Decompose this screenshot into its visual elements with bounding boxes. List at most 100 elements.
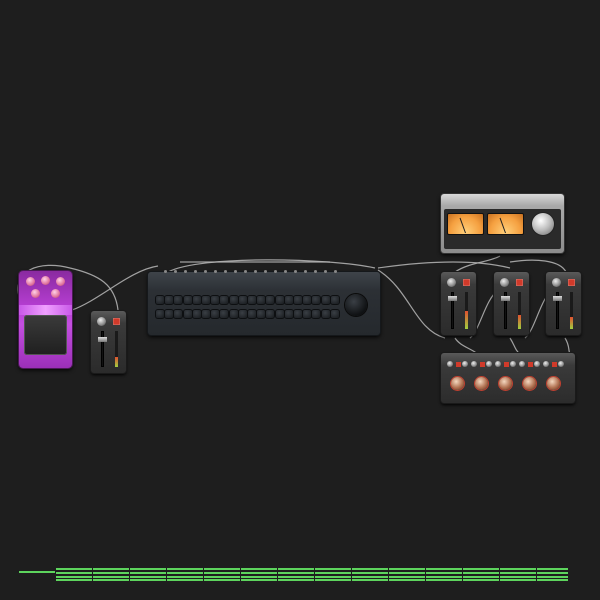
tempo-knob-icon[interactable] bbox=[345, 294, 367, 316]
step-pad[interactable] bbox=[275, 296, 284, 304]
channel-strip[interactable] bbox=[546, 272, 581, 335]
step-pad[interactable] bbox=[330, 310, 339, 318]
step-pad[interactable] bbox=[248, 296, 256, 304]
mute-button[interactable] bbox=[113, 318, 120, 325]
cable-port-icon[interactable] bbox=[294, 270, 297, 273]
pedal-footswitch[interactable] bbox=[24, 315, 67, 355]
eq-gain-knob-icon[interactable] bbox=[475, 377, 488, 390]
step-pad[interactable] bbox=[229, 310, 238, 318]
step-pad[interactable] bbox=[294, 296, 302, 304]
step-pad[interactable] bbox=[303, 296, 312, 304]
step-pad[interactable] bbox=[165, 296, 174, 304]
cable-port-icon[interactable] bbox=[244, 270, 247, 273]
step-pad[interactable] bbox=[257, 296, 266, 304]
step-pad[interactable] bbox=[321, 310, 330, 318]
cable-port-icon[interactable] bbox=[224, 270, 227, 273]
step-pad[interactable] bbox=[156, 310, 164, 318]
eq-q-knob-icon[interactable] bbox=[462, 361, 468, 367]
pedal-knob-icon[interactable] bbox=[31, 289, 40, 298]
pedal-knob-icon[interactable] bbox=[51, 289, 60, 298]
pedal-knob-icon[interactable] bbox=[26, 277, 35, 286]
step-pad[interactable] bbox=[248, 310, 256, 318]
step-pad[interactable] bbox=[312, 310, 321, 318]
step-pad[interactable] bbox=[174, 296, 183, 304]
timeline-clip[interactable] bbox=[55, 572, 568, 574]
step-pad[interactable] bbox=[220, 310, 229, 318]
eq-freq-knob-icon[interactable] bbox=[447, 361, 453, 367]
timeline-clips[interactable] bbox=[19, 567, 572, 581]
eq-freq-knob-icon[interactable] bbox=[495, 361, 501, 367]
step-pad[interactable] bbox=[284, 296, 293, 304]
timeline-clip[interactable] bbox=[55, 579, 568, 581]
step-pad[interactable] bbox=[192, 310, 201, 318]
step-pad[interactable] bbox=[238, 296, 247, 304]
cable-port-icon[interactable] bbox=[184, 270, 187, 273]
eq-band-toggle[interactable] bbox=[528, 362, 533, 367]
fader-icon[interactable] bbox=[98, 337, 107, 342]
pedal-knob-icon[interactable] bbox=[41, 276, 50, 285]
eq-freq-knob-icon[interactable] bbox=[543, 361, 549, 367]
cable-port-icon[interactable] bbox=[264, 270, 267, 273]
step-pad[interactable] bbox=[266, 310, 275, 318]
eq-band-toggle[interactable] bbox=[480, 362, 485, 367]
mute-button[interactable] bbox=[568, 279, 575, 286]
step-pad[interactable] bbox=[220, 296, 229, 304]
step-pad[interactable] bbox=[238, 310, 247, 318]
channel-strip[interactable] bbox=[494, 272, 529, 335]
vu-gain-knob-icon[interactable] bbox=[532, 213, 554, 235]
eq-band-toggle[interactable] bbox=[456, 362, 461, 367]
timeline-clip[interactable] bbox=[55, 568, 568, 570]
step-pad[interactable] bbox=[275, 310, 284, 318]
eq-freq-knob-icon[interactable] bbox=[471, 361, 477, 367]
step-pad[interactable] bbox=[202, 310, 210, 318]
rack-canvas[interactable] bbox=[0, 0, 600, 600]
step-pad[interactable] bbox=[266, 296, 275, 304]
eq-gain-knob-icon[interactable] bbox=[547, 377, 560, 390]
eq-q-knob-icon[interactable] bbox=[534, 361, 540, 367]
vu-meter-unit[interactable] bbox=[441, 194, 564, 253]
cable-port-icon[interactable] bbox=[214, 270, 217, 273]
cable-port-icon[interactable] bbox=[194, 270, 197, 273]
step-sequencer[interactable] bbox=[148, 270, 380, 335]
eq-q-knob-icon[interactable] bbox=[558, 361, 564, 367]
gain-knob-icon[interactable] bbox=[552, 278, 561, 287]
mute-button[interactable] bbox=[463, 279, 470, 286]
cable-port-icon[interactable] bbox=[324, 270, 327, 273]
eq-gain-knob-icon[interactable] bbox=[523, 377, 536, 390]
cable-port-icon[interactable] bbox=[274, 270, 277, 273]
timeline-clip[interactable] bbox=[55, 576, 568, 578]
step-pad[interactable] bbox=[165, 310, 174, 318]
eq-band-toggle[interactable] bbox=[552, 362, 557, 367]
step-pad[interactable] bbox=[156, 296, 164, 304]
cable-port-icon[interactable] bbox=[164, 270, 167, 273]
cable-port-icon[interactable] bbox=[254, 270, 257, 273]
step-pad[interactable] bbox=[202, 296, 210, 304]
cable-port-icon[interactable] bbox=[304, 270, 307, 273]
fader-icon[interactable] bbox=[501, 296, 510, 301]
cable-port-icon[interactable] bbox=[314, 270, 317, 273]
cable-port-icon[interactable] bbox=[204, 270, 207, 273]
mute-button[interactable] bbox=[516, 279, 523, 286]
step-pad[interactable] bbox=[284, 310, 293, 318]
cable-port-icon[interactable] bbox=[174, 270, 177, 273]
step-pad[interactable] bbox=[174, 310, 183, 318]
step-pad[interactable] bbox=[303, 310, 312, 318]
fader-icon[interactable] bbox=[553, 296, 562, 301]
channel-strip[interactable] bbox=[91, 311, 126, 373]
eq-gain-knob-icon[interactable] bbox=[451, 377, 464, 390]
step-pad[interactable] bbox=[330, 296, 339, 304]
pedal-knob-icon[interactable] bbox=[56, 277, 65, 286]
gain-knob-icon[interactable] bbox=[447, 278, 456, 287]
step-pad[interactable] bbox=[183, 310, 192, 318]
step-pad[interactable] bbox=[312, 296, 321, 304]
step-pad[interactable] bbox=[211, 310, 220, 318]
step-pad[interactable] bbox=[294, 310, 302, 318]
step-pad[interactable] bbox=[229, 296, 238, 304]
timeline-clip[interactable] bbox=[19, 571, 55, 573]
channel-strip[interactable] bbox=[441, 272, 476, 335]
step-pad[interactable] bbox=[183, 296, 192, 304]
fader-icon[interactable] bbox=[448, 296, 457, 301]
step-pad[interactable] bbox=[192, 296, 201, 304]
equalizer-unit[interactable] bbox=[441, 353, 575, 403]
eq-band-toggle[interactable] bbox=[504, 362, 509, 367]
